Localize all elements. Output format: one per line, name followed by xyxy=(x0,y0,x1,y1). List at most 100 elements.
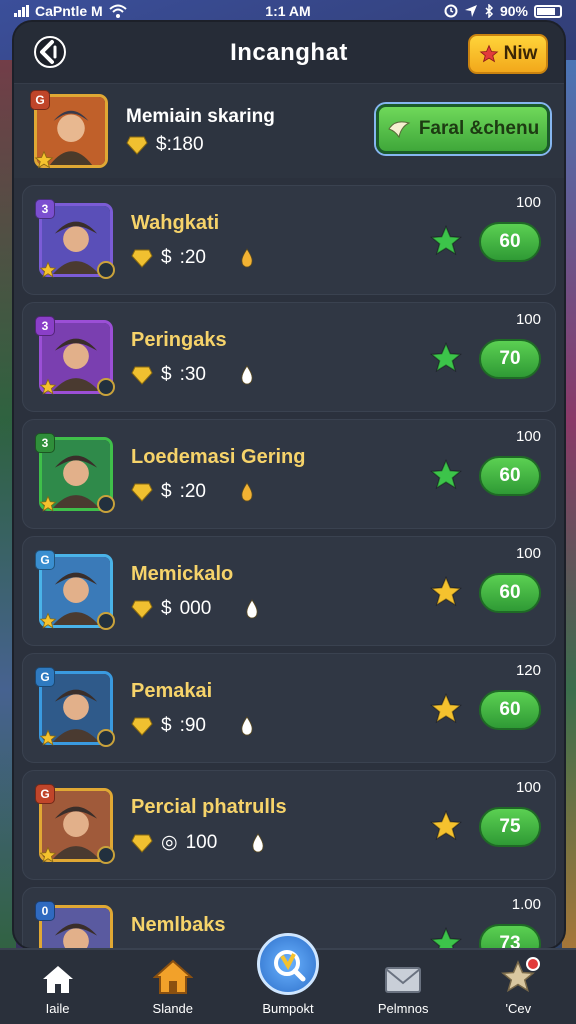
buy-button-label: 60 xyxy=(499,231,521,252)
level-badge: G xyxy=(35,784,55,804)
signal-icon xyxy=(14,5,29,17)
map-icon xyxy=(256,933,319,995)
currency-symbol: ◎ xyxy=(161,832,178,853)
emblem-icon xyxy=(97,612,115,630)
rank-star-icon xyxy=(39,378,57,395)
featured-name: Memiain skaring xyxy=(126,106,275,127)
item-price: 000 xyxy=(179,597,212,619)
buy-button[interactable]: 75 xyxy=(479,807,541,847)
level-badge: G xyxy=(30,90,50,110)
avatar: G xyxy=(35,667,115,747)
buy-button-label: 70 xyxy=(499,348,521,369)
level-badge: 3 xyxy=(35,199,55,219)
item-price: :20 xyxy=(179,480,206,502)
item-count: 120 xyxy=(515,662,541,679)
nav-pelmnos-label: Pelmnos xyxy=(377,1001,429,1016)
buy-button[interactable]: 60 xyxy=(479,573,541,613)
item-count: 100 xyxy=(515,545,541,562)
rank-star-icon xyxy=(39,495,57,512)
currency-symbol: $ xyxy=(161,246,172,268)
star-icon xyxy=(430,342,462,373)
star-icon xyxy=(430,459,462,490)
currency-symbol: $ xyxy=(161,363,172,385)
emblem-icon xyxy=(97,261,115,279)
list-item[interactable]: 3 Peringaks $ :30 100 70 xyxy=(22,302,556,412)
item-count: 100 xyxy=(515,311,541,328)
emblem-icon xyxy=(97,378,115,396)
avatar: 0 xyxy=(35,901,113,948)
back-arrow-icon xyxy=(34,36,66,68)
rank-star-icon xyxy=(39,729,57,746)
currency-symbol: $ xyxy=(161,714,172,736)
claim-button[interactable]: Faral &chenu xyxy=(376,104,550,154)
buy-button-label: 60 xyxy=(499,465,521,486)
house-icon xyxy=(152,959,193,994)
nav-home[interactable]: Iaile xyxy=(8,963,108,1016)
home-icon xyxy=(42,966,73,993)
avatar: G xyxy=(35,550,115,630)
gem-icon xyxy=(131,834,153,853)
list-item[interactable]: 3 Wahgkati $ :20 100 60 xyxy=(22,185,556,295)
avatar: 3 xyxy=(35,433,115,513)
level-badge: G xyxy=(35,667,55,687)
list-item[interactable]: G Memickalo $ 000 100 60 xyxy=(22,536,556,646)
background-scenery-right xyxy=(562,60,576,960)
list-item[interactable]: G Pemakai $ :90 120 60 xyxy=(22,653,556,763)
nav-bumpokt-label: Bumpokt xyxy=(262,1001,314,1016)
avatar: 3 xyxy=(35,199,115,279)
item-name: Pemakai xyxy=(131,679,213,702)
buy-button[interactable]: 70 xyxy=(479,339,541,379)
buy-button[interactable]: 73 xyxy=(479,924,541,948)
item-count: 1.00 xyxy=(511,896,541,913)
star-icon xyxy=(430,927,462,948)
buy-button-label: 73 xyxy=(499,933,521,948)
new-button[interactable]: Niw xyxy=(468,34,548,74)
carrier-label: CaPntle M xyxy=(35,3,103,19)
item-name: Nemlbaks xyxy=(131,913,226,936)
gem-icon xyxy=(131,483,153,502)
star-icon xyxy=(430,576,462,607)
battery-percent: 90% xyxy=(499,3,528,19)
list-item[interactable]: G Percial phatrulls ◎ 100 100 75 xyxy=(22,770,556,880)
star-icon xyxy=(430,693,462,724)
rank-star-icon xyxy=(39,612,57,629)
nav-cev[interactable]: 'Cev xyxy=(468,957,568,1016)
item-name: Memickalo xyxy=(131,562,234,585)
star-icon xyxy=(430,810,462,841)
item-count: 100 xyxy=(515,779,541,796)
item-price: :30 xyxy=(179,363,206,385)
item-count: 100 xyxy=(515,194,541,211)
list-item[interactable]: 3 Loedemasi Gering $ :20 100 60 xyxy=(22,419,556,529)
nav-home-label: Iaile xyxy=(45,1001,70,1016)
item-count: 100 xyxy=(515,428,541,445)
nav-bumpokt[interactable]: Bumpokt xyxy=(238,933,338,1016)
gem-icon xyxy=(131,717,153,736)
emblem-icon xyxy=(97,495,115,513)
item-name: Loedemasi Gering xyxy=(131,445,306,468)
avatar: G xyxy=(35,784,115,864)
emblem-icon xyxy=(97,846,115,864)
rank-star-icon xyxy=(34,150,54,169)
header: Incanghat Niw xyxy=(14,22,564,84)
star-icon xyxy=(479,44,499,63)
buy-button[interactable]: 60 xyxy=(479,690,541,730)
level-badge: G xyxy=(35,550,55,570)
buy-button-label: 75 xyxy=(499,816,521,837)
buy-button[interactable]: 60 xyxy=(479,222,541,262)
item-price: :90 xyxy=(179,714,206,736)
avatar: 3 xyxy=(35,316,115,396)
nav-pelmnos[interactable]: Pelmnos xyxy=(353,965,453,1016)
claim-button-label: Faral &chenu xyxy=(418,118,540,139)
item-price: :20 xyxy=(179,246,206,268)
status-bar: CaPntle M 1:1 AM 90% xyxy=(0,0,576,22)
wing-icon xyxy=(388,121,411,139)
wifi-icon xyxy=(109,4,127,18)
item-price: 100 xyxy=(185,831,218,853)
buy-button[interactable]: 60 xyxy=(479,456,541,496)
drop-icon xyxy=(241,364,253,384)
store-panel: Incanghat Niw G Memiain skaring $:180 Fa… xyxy=(14,22,564,948)
nav-slande[interactable]: Slande xyxy=(123,959,223,1016)
level-badge: 3 xyxy=(35,433,55,453)
nav-cev-label: 'Cev xyxy=(505,1001,532,1016)
back-button[interactable] xyxy=(28,34,72,70)
